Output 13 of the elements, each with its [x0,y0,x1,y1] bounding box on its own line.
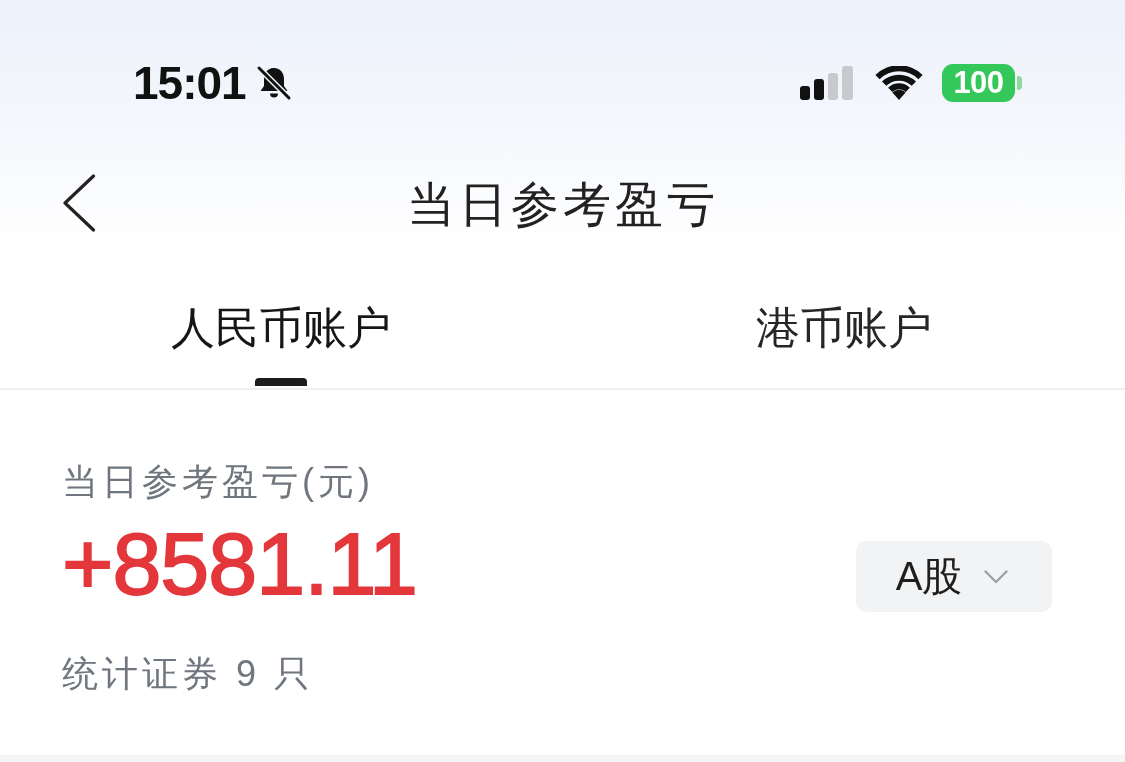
account-tab[interactable]: 港币账户 [755,306,932,386]
page-title: 当日参考盈亏 [406,177,719,233]
profit-value: +8581.11 [62,516,417,612]
chevron-left-icon [62,174,96,232]
securities-count: 统计证券 9 只 [62,652,315,696]
status-time: 15:01 [133,58,246,108]
battery-indicator: 100 [942,64,1022,102]
chevron-down-icon [984,569,1009,584]
market-select[interactable]: A股 [856,541,1052,612]
signal-icon [800,66,853,100]
account-tab[interactable]: 人民币账户 [171,306,392,386]
profit-label: 当日参考盈亏(元) [62,460,374,504]
wifi-icon [874,66,924,100]
